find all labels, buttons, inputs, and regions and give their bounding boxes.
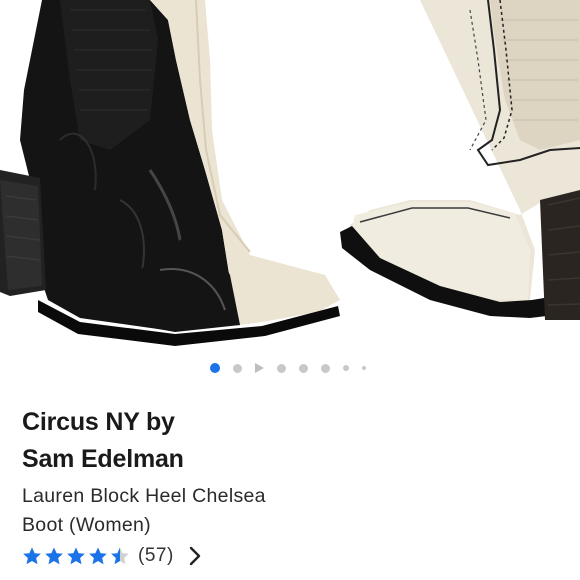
left-boot-illustration: [0, 0, 340, 346]
carousel-dot[interactable]: [277, 363, 286, 373]
brand-name-line-1: Circus NY by: [22, 408, 175, 436]
star-full-icon: [23, 547, 41, 565]
star-full-icon: [67, 547, 85, 565]
carousel-dot[interactable]: [233, 363, 242, 373]
review-count: (57): [138, 545, 174, 566]
right-boot-illustration: [340, 0, 580, 320]
star-rating: [22, 546, 130, 566]
product-title-line-2: Boot (Women): [22, 514, 151, 536]
brand-name-line-2: Sam Edelman: [22, 445, 184, 473]
star-full-icon: [45, 547, 63, 565]
product-image-gallery[interactable]: [0, 0, 580, 352]
carousel-dot[interactable]: [299, 363, 308, 373]
rating-summary[interactable]: (57): [22, 542, 202, 570]
carousel-dot[interactable]: [362, 366, 366, 370]
product-title: Lauren Block Heel Chelsea Boot (Women): [22, 482, 352, 540]
carousel-dot[interactable]: [321, 363, 330, 373]
product-image: [0, 0, 580, 346]
brand-name[interactable]: Circus NY by Sam Edelman: [22, 404, 322, 478]
video-play-icon[interactable]: [255, 363, 264, 373]
star-full-icon: [89, 547, 107, 565]
image-carousel-indicators[interactable]: [0, 352, 580, 384]
carousel-dot[interactable]: [210, 363, 220, 373]
chevron-right-icon[interactable]: [188, 546, 202, 566]
star-half-icon: [111, 547, 129, 565]
product-title-line-1: Lauren Block Heel Chelsea: [22, 485, 266, 507]
carousel-dot[interactable]: [343, 365, 349, 371]
